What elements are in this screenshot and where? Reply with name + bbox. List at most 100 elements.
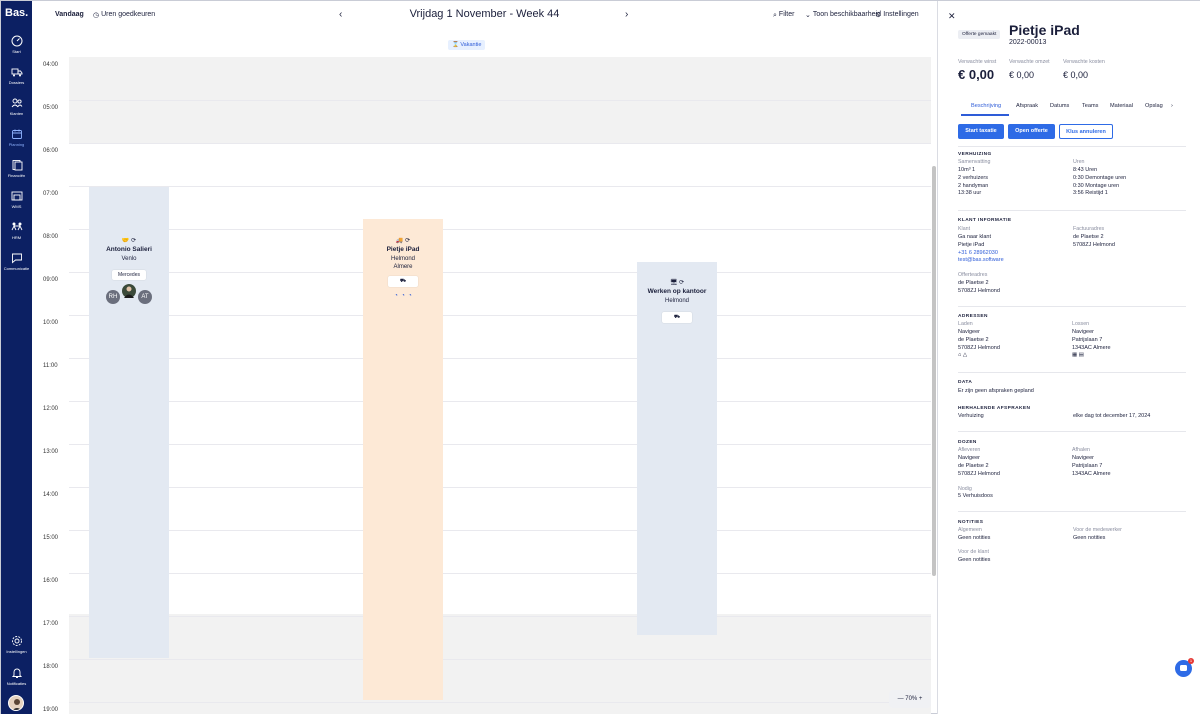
avatar[interactable]: RH <box>106 290 120 304</box>
sidebar-item-label: Communicatie <box>3 266 30 271</box>
sidebar-item-label: Notificaties <box>6 681 27 686</box>
sidebar-item-klanten[interactable]: Klanten <box>1 97 32 116</box>
date-title: Vrijdag 1 November - Week 44 <box>409 8 560 20</box>
field-label: Klant <box>958 226 971 232</box>
no-appointments-text: Er zijn geen afspraken gepland <box>958 388 1034 394</box>
start-taxatie-button[interactable]: Start taxatie <box>958 124 1004 139</box>
address-icons: ▦ ▤ <box>1072 352 1111 360</box>
sidebar-item-communicatie[interactable]: Communicatie <box>1 252 32 271</box>
warehouse-icon <box>11 191 22 201</box>
metric-label: Verwachte winst <box>958 59 997 65</box>
calendar-event[interactable]: 🚚 ⟳ Pietje iPad Helmond Almere ⛟ ◔ ◔ ◔ <box>363 219 443 700</box>
hour-gridline <box>69 487 931 488</box>
hour-gridline <box>69 143 931 144</box>
approve-hours-button[interactable]: ◷ Uren goedkeuren <box>93 11 155 19</box>
today-button[interactable]: Vandaag <box>55 11 84 18</box>
hour-label: 17:00 <box>43 621 59 627</box>
employee-notes: Geen notities <box>1073 535 1106 541</box>
zoom-control: — 70% + <box>889 690 931 708</box>
avatar[interactable] <box>122 284 136 298</box>
tab-materiaal[interactable]: Materiaal <box>1110 103 1133 109</box>
sidebar-item-wms[interactable]: WMS <box>1 190 32 209</box>
client-phone-link[interactable]: +31 6 28962030 <box>958 250 1004 258</box>
sidebar-item-label: Financiën <box>7 173 26 178</box>
user-avatar[interactable] <box>8 695 24 711</box>
calendar-event[interactable]: 🤝 ⟳ Antonio Salieri Venlo Mercedes RH AT <box>89 187 169 658</box>
availability-label: Toon beschikbaarheid <box>812 11 881 18</box>
hour-label: 14:00 <box>43 492 59 498</box>
navigate-link[interactable]: Navigeer <box>1072 329 1111 337</box>
address-line: 5708ZJ Helmond <box>958 344 1000 351</box>
calendar-scrollbar[interactable] <box>932 166 936 576</box>
settings-label: Instellingen <box>883 11 919 18</box>
tab-beschrijving[interactable]: Beschrijving <box>971 103 1001 109</box>
timer-icon: ◔ <box>408 293 412 299</box>
sidebar-item-label: Dossiers <box>8 80 25 85</box>
tab-afspraak[interactable]: Afspraak <box>1016 103 1038 109</box>
repeat-icon: ⟳ <box>405 238 411 244</box>
settings-button[interactable]: ⚙ Instellingen <box>875 11 919 19</box>
calendar-event[interactable]: 🖥 ⟳ Werken op kantoor Helmond ⛟ <box>637 262 717 635</box>
hour-gridline <box>69 186 931 187</box>
cancel-job-button[interactable]: Klus annuleren <box>1059 124 1113 139</box>
sidebar-item-instellingen[interactable]: Instellingen <box>1 635 32 654</box>
zoom-out-button[interactable]: — <box>898 696 904 702</box>
floor-icon: △ <box>962 352 968 359</box>
divider <box>958 372 1186 373</box>
hours-line: 8:43 Uren <box>1073 167 1098 173</box>
sidebar-item-dossiers[interactable]: Dossiers <box>1 66 32 85</box>
sidebar-item-financien[interactable]: Financiën <box>1 159 32 178</box>
sidebar-item-notificaties[interactable]: Notificaties <box>1 667 32 686</box>
chat-widget-button[interactable]: 1 <box>1175 658 1194 677</box>
client-email-link[interactable]: test@bas.software <box>958 257 1004 265</box>
holiday-badge[interactable]: ⌛ Vakantie <box>448 40 486 50</box>
navigate-link[interactable]: Navigeer <box>958 329 1000 337</box>
field-label: Laden <box>958 321 973 327</box>
day-calendar-grid[interactable]: 04:00 05:00 06:00 07:00 08:00 09:00 10:00 11:00… <box>32 57 931 714</box>
sidebar-item-hrm[interactable]: HRM <box>1 221 32 240</box>
vehicle-chip[interactable]: ⛟ <box>661 312 693 323</box>
field-label: Samenvatting <box>958 159 991 165</box>
event-title: Antonio Salieri <box>106 246 152 253</box>
zoom-in-button[interactable]: + <box>919 696 923 702</box>
sidebar-item-planning[interactable]: Planning <box>1 128 32 147</box>
hour-gridline <box>69 702 931 703</box>
tab-teams[interactable]: Teams <box>1082 103 1098 109</box>
filter-button[interactable]: ⌕ Filter <box>773 11 794 20</box>
navigate-link[interactable]: Navigeer <box>958 455 1000 463</box>
event-title: Pietje iPad <box>386 246 420 253</box>
go-to-client-link[interactable]: Ga naar klant <box>958 234 1004 242</box>
hour-label: 09:00 <box>43 277 59 283</box>
chevron-right-icon[interactable]: › <box>1171 103 1173 109</box>
prev-day-button[interactable]: ‹ <box>339 9 342 20</box>
metric-value-profit: € 0,00 <box>958 67 995 82</box>
event-title: Werken op kantoor <box>647 288 707 295</box>
tab-opslag[interactable]: Opslag <box>1145 103 1163 109</box>
address-line: 5708ZJ Helmond <box>958 470 1000 477</box>
unavailable-evening <box>69 614 931 714</box>
app-logo[interactable]: Bas. <box>5 7 28 19</box>
sidebar-item-start[interactable]: Start <box>1 35 32 54</box>
hour-gridline <box>69 616 931 617</box>
close-icon[interactable]: ✕ <box>948 11 956 22</box>
metric-label: Verwachte kosten <box>1063 59 1105 65</box>
tab-datums[interactable]: Datums <box>1050 103 1069 109</box>
availability-button[interactable]: ⌄ Toon beschikbaarheid <box>805 11 881 19</box>
repeat-icon: ⟳ <box>131 238 137 244</box>
navigate-link[interactable]: Navigeer <box>1072 455 1111 463</box>
open-offerte-button[interactable]: Open offerte <box>1008 124 1055 139</box>
metric-value-revenue: € 0,00 <box>1009 70 1035 80</box>
hours-line: 0:30 Demontage uren <box>1073 174 1127 181</box>
vehicle-chip[interactable]: Mercedes <box>112 270 146 280</box>
hour-gridline <box>69 659 931 660</box>
active-tab-indicator <box>961 114 1009 116</box>
finance-icon <box>12 160 22 171</box>
event-status-icons: ◔ ◔ ◔ <box>363 293 443 299</box>
filter-label: Filter <box>778 11 795 18</box>
client-info: Ga naar klant Pietje iPad +31 6 28962030… <box>958 234 1004 265</box>
vehicle-chip[interactable]: ⛟ <box>387 276 419 287</box>
summary-line: 10m³ 1 <box>958 167 976 173</box>
summary-line: 2 handyman <box>958 182 989 189</box>
avatar[interactable]: AT <box>138 290 152 304</box>
next-day-button[interactable]: › <box>625 9 628 20</box>
